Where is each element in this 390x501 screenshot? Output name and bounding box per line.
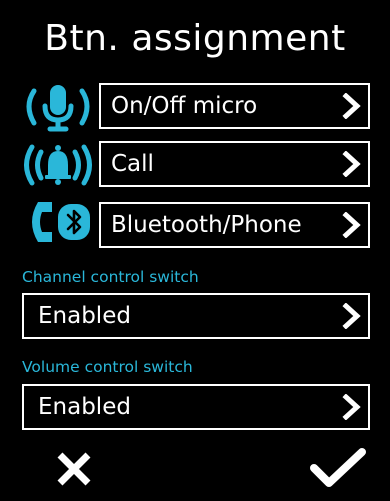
close-icon[interactable] <box>54 452 94 486</box>
chevron-right-icon <box>342 93 361 119</box>
button-2-assignment-value: Call <box>111 151 154 177</box>
channel-control-label: Channel control switch <box>22 268 199 286</box>
button-3-assignment-value: Bluetooth/Phone <box>111 212 302 238</box>
phone-bluetooth-icon <box>22 198 94 246</box>
volume-control-label: Volume control switch <box>22 358 193 376</box>
channel-control-value: Enabled <box>38 303 131 329</box>
page-title: Btn. assignment <box>44 18 346 59</box>
button-3-assignment-field[interactable]: Bluetooth/Phone <box>99 202 370 248</box>
button-1-assignment-field[interactable]: On/Off micro <box>99 83 370 129</box>
chevron-right-icon <box>342 212 361 238</box>
chevron-right-icon <box>342 151 361 177</box>
chevron-right-icon <box>342 394 361 420</box>
check-icon[interactable] <box>310 448 366 488</box>
volume-control-field[interactable]: Enabled <box>22 384 370 430</box>
chevron-right-icon <box>342 303 361 329</box>
microphone-icon <box>22 84 94 132</box>
channel-control-field[interactable]: Enabled <box>22 293 370 339</box>
button-2-assignment-field[interactable]: Call <box>99 141 370 187</box>
volume-control-value: Enabled <box>38 394 131 420</box>
button-1-assignment-value: On/Off micro <box>111 93 258 119</box>
bell-call-icon <box>22 141 94 189</box>
